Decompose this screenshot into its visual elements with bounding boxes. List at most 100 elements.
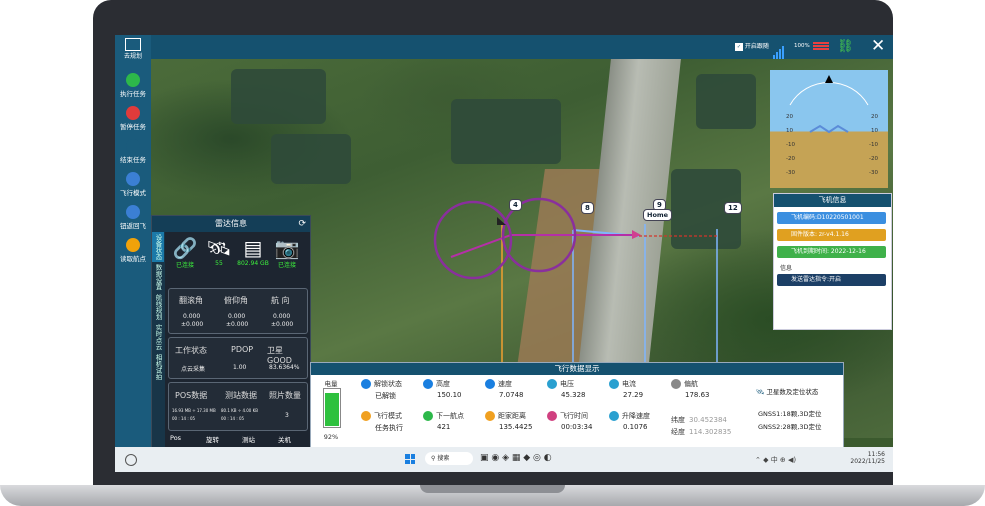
flight-data-cell: 经度 114.302835	[671, 427, 731, 437]
cell-label: 解锁状态	[374, 380, 402, 388]
taskbar-apps[interactable]: ▣ ◉ ◈ ▦ ◆ ◎ ◐	[480, 453, 552, 463]
drone-marker	[632, 230, 641, 239]
nav-item-1[interactable]: 暂停任务	[117, 106, 149, 131]
aircraft-info-panel: 飞机信息 飞机编码:D10220501001 固件版本: zr-v4.1.16 …	[773, 193, 892, 330]
read-waypoint-icon	[126, 238, 140, 252]
link-icon: 🔗	[172, 236, 198, 260]
refresh-icon[interactable]: ⟳	[298, 216, 306, 232]
cell-value: 0.1076	[623, 423, 648, 431]
next-waypoint-icon	[423, 411, 433, 421]
station-button[interactable]: 测站	[242, 434, 255, 444]
shutdown-button[interactable]: 关机	[278, 434, 291, 444]
home-badge[interactable]: Home	[643, 209, 673, 221]
voltage-icon	[547, 379, 557, 389]
battery-gauge: 电量 92%	[316, 378, 346, 446]
climb-rate-icon	[609, 411, 619, 421]
flight-data-cell: 高度 150.10	[423, 379, 462, 399]
flight-data-cell: 飞行时间 00:03:34	[547, 411, 592, 431]
cell-value: 114.302835	[689, 428, 732, 436]
nav-item-5[interactable]: 读取航点	[117, 238, 149, 263]
cell-label: 飞行模式	[374, 412, 402, 420]
aircraft-code-row: 飞机编码:D10220501001	[777, 212, 886, 224]
current-icon	[609, 379, 619, 389]
nav-item-0[interactable]: 执行任务	[117, 73, 149, 98]
flight-data-cell: 距家距离 135.4425	[485, 411, 532, 431]
return-icon	[126, 205, 140, 219]
info-label: 信息	[780, 265, 793, 272]
gnss2-status: GNSS2:28颗,3D定位	[758, 423, 822, 431]
flight-data-cell: 电压 45.328	[547, 379, 586, 399]
close-icon[interactable]: ✕	[871, 36, 885, 56]
tab-data-settings[interactable]: 数据设置	[152, 262, 164, 292]
flight-time-icon	[547, 411, 557, 421]
checkbox-icon[interactable]: ✓	[735, 43, 743, 51]
auto-follow-toggle[interactable]: ✓ 开启跟随	[735, 41, 769, 51]
flight-data-cell: 下一航点 421	[423, 411, 464, 431]
waypoint-badge[interactable]: 4	[509, 199, 522, 211]
radar-title: 雷达信息 ⟳	[152, 216, 310, 232]
message-row: 发送雷达指令:开启	[777, 274, 886, 286]
cell-value: 00:03:34	[561, 423, 593, 431]
top-bar: ✓ 开启跟随 100% ⛓ ✕	[115, 35, 893, 59]
pitch-scale-right: 20 10 -10 -20 -30	[869, 114, 878, 176]
rotate-button[interactable]: 旋转	[206, 434, 219, 444]
nav-item-label: 钮返回飞	[120, 222, 146, 230]
cell-value: 任务执行	[375, 424, 403, 432]
storage-status: ▤ 802.94 GB	[237, 236, 269, 267]
unlock-icon	[361, 379, 371, 389]
satellite-status: 🛰 55	[202, 236, 236, 267]
cell-label: 下一航点	[436, 412, 464, 420]
windows-start-icon[interactable]	[405, 454, 415, 464]
heading-pointer	[825, 75, 833, 83]
home-distance-icon	[485, 411, 495, 421]
pos-data-box: POS数据 测站数据 照片数量 16.93 MB ÷ 17.30 MB 00 :…	[168, 382, 308, 431]
device-status-row: 🔗 已连接 🛰 55 ▤ 802.94 GB 📷 已连接	[168, 236, 308, 284]
taskbar-clock[interactable]: 11:56 2022/11/25	[835, 451, 885, 465]
tab-route-planning[interactable]: 航线规划	[152, 292, 164, 322]
cell-label: 电压	[560, 380, 574, 388]
battery-bars-icon	[813, 42, 829, 52]
cell-label: 偏航	[684, 380, 698, 388]
gnss-title: 🛰 卫星数及定位状态	[756, 388, 819, 396]
cell-label: 高度	[436, 380, 450, 388]
tab-device-status[interactable]: 设备状态	[152, 232, 164, 262]
flight-mode-icon	[361, 411, 371, 421]
tray-icons[interactable]: ⌃ ◆ 中 ⊕ ◀)	[755, 455, 796, 465]
cell-label: 距家距离	[498, 412, 526, 420]
left-toolbar: 去规划 执行任务暂停任务结束任务飞行模式钮返回飞读取航点	[115, 35, 151, 472]
flight-data-cell: 偏航 178.63	[671, 379, 710, 399]
nav-item-2[interactable]: 结束任务	[117, 139, 149, 164]
nav-item-label: 读取航点	[120, 255, 146, 263]
nav-item-4[interactable]: 钮返回飞	[117, 205, 149, 230]
link-status-icon: ⛓	[837, 39, 854, 54]
cell-label: 纬度	[671, 416, 685, 424]
cell-value: 135.4425	[499, 423, 533, 431]
tab-camera-test[interactable]: 相机试拍	[152, 352, 164, 382]
satellite-icon: 🛰	[206, 236, 232, 260]
battery-icon	[323, 388, 341, 428]
nav-item-label: 暂停任务	[120, 123, 146, 131]
altitude-icon	[423, 379, 433, 389]
widgets-icon[interactable]	[125, 454, 137, 466]
flight-data-cell: 电流 27.29	[609, 379, 643, 399]
flight-data-cell: 升降速度 0.1076	[609, 411, 650, 431]
tab-realtime-pointcloud[interactable]: 实时点云	[152, 322, 164, 352]
flight-data-cell: 解锁状态 已解锁	[361, 379, 402, 401]
cell-value: 178.63	[685, 391, 710, 399]
radar-panel: 雷达信息 ⟳ 设备状态 数据设置 航线规划 实时点云 相机试拍 🔗 已连接 🛰 55…	[151, 215, 311, 449]
nav-item-label: 执行任务	[120, 90, 146, 98]
flight-data-cell: 纬度 30.452384	[671, 415, 727, 425]
cell-label: 速度	[498, 380, 512, 388]
taskbar-search[interactable]: ⚲ 搜索	[425, 452, 473, 465]
plan-label: 去规划	[123, 53, 142, 60]
nav-item-3[interactable]: 飞行模式	[117, 172, 149, 197]
cell-value: 45.328	[561, 391, 586, 399]
plan-button[interactable]: 去规划	[121, 38, 145, 60]
cell-value: 30.452384	[689, 416, 727, 424]
waypoint-badge[interactable]: 8	[581, 202, 594, 214]
pos-button[interactable]: Pos	[170, 434, 181, 442]
aircraft-symbol	[809, 124, 849, 134]
waypoint-badge[interactable]: 12	[724, 202, 742, 214]
satellite-icon: 🛰	[756, 388, 765, 396]
camera-icon: 📷	[274, 236, 300, 260]
